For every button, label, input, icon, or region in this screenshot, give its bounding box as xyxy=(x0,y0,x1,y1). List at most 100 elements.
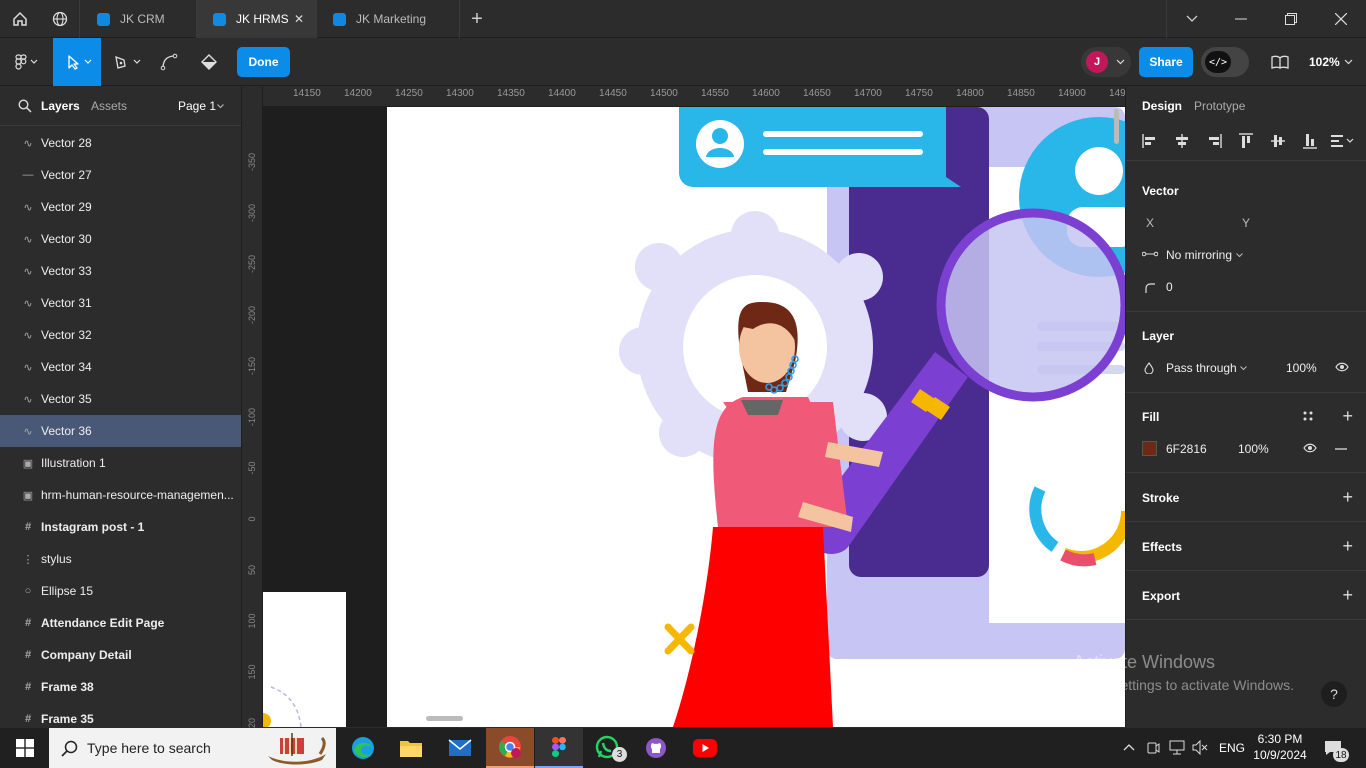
volume-muted-icon[interactable] xyxy=(1192,740,1208,755)
paint-bucket-icon[interactable] xyxy=(192,38,226,86)
image-icon: ▣ xyxy=(22,457,34,470)
tab-jk-marketing[interactable]: JK Marketing xyxy=(317,0,460,38)
style-grid-icon[interactable] xyxy=(1303,411,1313,421)
zoom-level[interactable]: 102% xyxy=(1309,55,1340,69)
align-top-icon[interactable] xyxy=(1238,133,1254,149)
new-tab-icon[interactable]: + xyxy=(457,0,497,38)
layer-row[interactable]: ⋮ stylus xyxy=(0,543,241,575)
chevron-down-icon xyxy=(1240,366,1247,371)
y-field-label[interactable]: Y xyxy=(1242,216,1250,230)
page-selector[interactable]: Page 1 xyxy=(178,99,216,113)
dev-mode-toggle[interactable]: </> xyxy=(1201,47,1249,77)
layer-section-title: Layer xyxy=(1142,329,1175,343)
layer-row[interactable]: ▣ hrm-human-resource-managemen... xyxy=(0,479,241,511)
chevron-up-icon[interactable] xyxy=(1123,743,1135,751)
share-button[interactable]: Share xyxy=(1139,47,1193,77)
home-icon[interactable] xyxy=(0,0,40,38)
tab-jk-hrms[interactable]: JK HRMS ✕ xyxy=(197,0,317,38)
fill-opacity-field[interactable]: 100% xyxy=(1238,442,1269,456)
canvas[interactable] xyxy=(263,107,1125,727)
align-right-icon[interactable] xyxy=(1206,133,1222,149)
close-window-icon[interactable] xyxy=(1316,0,1366,38)
minimize-icon[interactable] xyxy=(1216,0,1266,38)
layer-row[interactable]: # Attendance Edit Page xyxy=(0,607,241,639)
layer-row[interactable]: — Vector 27 xyxy=(0,159,241,191)
align-vertical-center-icon[interactable] xyxy=(1270,133,1286,149)
add-fill-icon[interactable]: + xyxy=(1342,407,1353,425)
language-indicator[interactable]: ENG xyxy=(1219,741,1245,755)
mirroring-dropdown[interactable]: No mirroring xyxy=(1166,248,1232,262)
tab-design[interactable]: Design xyxy=(1142,99,1182,113)
file-explorer-icon[interactable] xyxy=(387,728,435,768)
eye-icon[interactable] xyxy=(1335,362,1349,372)
blend-mode-icon xyxy=(1144,362,1154,374)
github-icon[interactable] xyxy=(632,728,680,768)
tab-layers[interactable]: Layers xyxy=(41,99,80,113)
clock[interactable]: 6:30 PM 10/9/2024 xyxy=(1250,731,1310,763)
add-stroke-icon[interactable]: + xyxy=(1342,488,1353,506)
layer-row[interactable]: ∿ Vector 32 xyxy=(0,319,241,351)
layer-row[interactable]: ∿ Vector 28 xyxy=(0,127,241,159)
restore-icon[interactable] xyxy=(1266,0,1316,38)
help-icon[interactable]: ? xyxy=(1321,681,1347,707)
fill-hex-field[interactable]: 6F2816 xyxy=(1166,442,1207,456)
layer-row[interactable]: # Frame 38 xyxy=(0,671,241,703)
network-icon[interactable] xyxy=(1169,740,1185,755)
eye-icon[interactable] xyxy=(1303,443,1317,453)
layer-label: Vector 34 xyxy=(41,360,92,374)
layer-label: Vector 28 xyxy=(41,136,92,150)
chevron-down-icon[interactable] xyxy=(1166,0,1216,38)
meet-now-icon[interactable] xyxy=(1146,740,1160,755)
figma-app-icon[interactable] xyxy=(535,728,583,768)
design-panel: Design Prototype Vector X Y No mirroring… xyxy=(1125,87,1366,727)
layer-row[interactable]: ∿ Vector 35 xyxy=(0,383,241,415)
chevron-down-icon[interactable] xyxy=(1344,59,1353,65)
hrm-illustration[interactable] xyxy=(263,107,1125,727)
x-field-label[interactable]: X xyxy=(1146,216,1154,230)
chevron-down-icon xyxy=(1116,59,1125,65)
chrome-icon[interactable] xyxy=(486,728,534,768)
layer-row[interactable]: ∿ Vector 36 xyxy=(0,415,241,447)
tab-assets[interactable]: Assets xyxy=(91,99,127,113)
layer-opacity-field[interactable]: 100% xyxy=(1286,361,1317,375)
edge-icon[interactable] xyxy=(339,728,387,768)
blend-mode-dropdown[interactable]: Pass through xyxy=(1166,361,1237,375)
align-left-icon[interactable] xyxy=(1142,133,1158,149)
multiplayer-avatar[interactable]: J xyxy=(1081,47,1131,77)
distribute-icon[interactable] xyxy=(1330,133,1356,149)
add-export-icon[interactable]: + xyxy=(1342,586,1353,604)
book-icon[interactable] xyxy=(1266,38,1294,86)
tab-jk-crm[interactable]: JK CRM xyxy=(81,0,197,38)
layer-row[interactable]: ▣ Illustration 1 xyxy=(0,447,241,479)
bend-tool-icon[interactable] xyxy=(152,38,186,86)
remove-fill-icon[interactable] xyxy=(1335,448,1347,450)
layer-row[interactable]: ∿ Vector 30 xyxy=(0,223,241,255)
vector-icon: ∿ xyxy=(23,137,33,150)
layer-row[interactable]: ∿ Vector 29 xyxy=(0,191,241,223)
layer-row[interactable]: ○ Ellipse 15 xyxy=(0,575,241,607)
add-effect-icon[interactable]: + xyxy=(1342,537,1353,555)
search-icon[interactable] xyxy=(18,99,32,113)
taskbar-search-box[interactable]: Type here to search xyxy=(49,728,336,768)
windows-start-icon[interactable] xyxy=(0,728,49,768)
close-tab-icon[interactable]: ✕ xyxy=(294,12,304,26)
layer-row[interactable]: ∿ Vector 31 xyxy=(0,287,241,319)
layer-row[interactable]: # Company Detail xyxy=(0,639,241,671)
tab-prototype[interactable]: Prototype xyxy=(1194,99,1245,113)
fill-color-swatch[interactable] xyxy=(1142,441,1157,456)
align-horizontal-center-icon[interactable] xyxy=(1174,133,1190,149)
pen-tool-button[interactable] xyxy=(107,38,147,86)
layer-row[interactable]: ∿ Vector 33 xyxy=(0,255,241,287)
align-bottom-icon[interactable] xyxy=(1302,133,1318,149)
globe-icon[interactable] xyxy=(40,0,80,38)
whatsapp-icon[interactable]: 3 xyxy=(584,728,632,768)
move-tool-button[interactable] xyxy=(53,38,101,86)
vector-icon: ∿ xyxy=(23,361,33,374)
youtube-icon[interactable] xyxy=(681,728,729,768)
corner-radius-field[interactable]: 0 xyxy=(1166,280,1173,294)
layer-row[interactable]: # Instagram post - 1 xyxy=(0,511,241,543)
done-button[interactable]: Done xyxy=(237,47,290,77)
layer-row[interactable]: ∿ Vector 34 xyxy=(0,351,241,383)
mail-icon[interactable] xyxy=(436,728,484,768)
main-menu-button[interactable] xyxy=(6,38,46,86)
